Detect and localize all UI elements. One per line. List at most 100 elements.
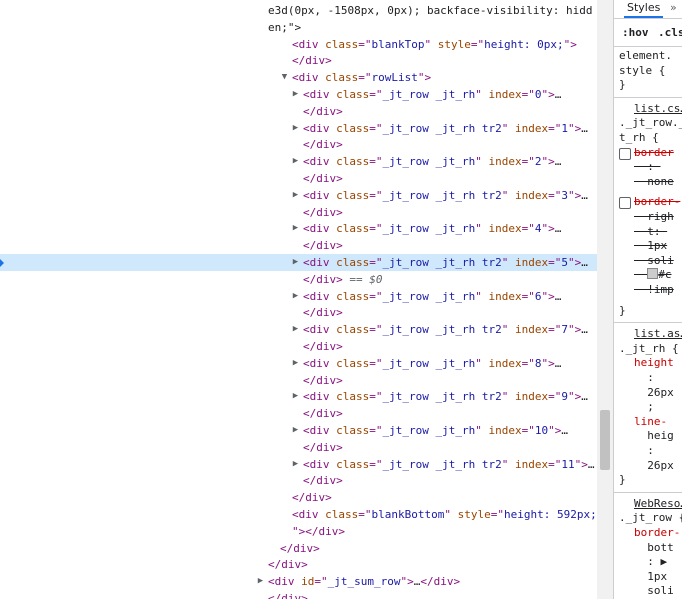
dom-node-line[interactable]: </div> <box>0 590 597 599</box>
markup-tag: " <box>501 188 515 202</box>
property-value[interactable]: : <box>634 444 654 458</box>
property-value[interactable]: ; <box>634 400 654 414</box>
dom-node-line[interactable]: ▶ <div class="_jt_row _jt_rh tr2" index="… <box>0 456 597 473</box>
dom-node-line[interactable]: ▶ <div id="_jt_sum_row">…</div> <box>0 573 597 590</box>
expand-triangle-right-icon[interactable]: ▶ <box>291 254 300 271</box>
dom-node-line[interactable]: </div> <box>0 237 597 254</box>
tab-styles[interactable]: Styles <box>624 0 664 18</box>
markup-tag: <div <box>303 457 337 471</box>
dom-node-line[interactable]: </div> <box>0 472 597 489</box>
more-tabs-icon[interactable]: » <box>670 0 677 16</box>
property-name[interactable]: height <box>634 356 674 370</box>
expand-triangle-right-icon[interactable]: ▶ <box>291 321 300 338</box>
dom-node-line[interactable]: ▶ <div class="_jt_row _jt_rh" index="4">… <box>0 220 597 237</box>
dom-node-selected[interactable]: ▶ <div class="_jt_row _jt_rh tr2" index="… <box>0 254 597 271</box>
expand-triangle-right-icon[interactable]: ▶ <box>291 355 300 372</box>
property-value[interactable]: 26px <box>634 459 674 473</box>
dom-node-line[interactable]: ▶ <div class="_jt_row _jt_rh tr2" index="… <box>0 187 597 204</box>
dom-node-line[interactable]: </div> <box>0 405 597 422</box>
dom-node-line[interactable]: ▶ <div class="_jt_row _jt_rh" index="6">… <box>0 288 597 305</box>
dom-node-line[interactable]: ▶ <div class="_jt_row _jt_rh" index="8">… <box>0 355 597 372</box>
markup-tag: </div> <box>420 575 461 589</box>
expand-triangle-right-icon[interactable]: ▶ <box>291 388 300 405</box>
property-value[interactable]: soli <box>634 254 674 268</box>
dom-node-line[interactable]: </div> <box>0 170 597 187</box>
property-value[interactable]: soli <box>634 584 674 598</box>
expand-triangle-down-icon[interactable]: ▼ <box>280 69 289 86</box>
markup-attr-value: _jt_row _jt_rh tr2 <box>382 121 502 135</box>
dom-node-line[interactable]: </div> <box>0 136 597 153</box>
dom-node-line[interactable]: ▼ <div class="rowList"> <box>0 69 597 86</box>
property-value[interactable]: : <box>634 371 654 385</box>
dom-node-line[interactable]: </div> <box>0 304 597 321</box>
rule-source-link[interactable]: list.as… <box>634 327 682 341</box>
color-swatch-icon[interactable] <box>647 268 659 280</box>
dom-node-line[interactable]: <div class="blankTop" style="height: 0px… <box>0 36 597 53</box>
property-checkbox[interactable] <box>619 197 631 210</box>
property-value[interactable]: 1px <box>634 570 667 584</box>
dom-node-line[interactable]: ▶ <div class="_jt_row _jt_rh tr2" index="… <box>0 388 597 405</box>
property-value[interactable]: t: <box>634 225 667 239</box>
expand-triangle-right-icon[interactable]: ▶ <box>291 422 300 439</box>
dom-node-line[interactable]: ▶ <div class="_jt_row _jt_rh tr2" index="… <box>0 321 597 338</box>
element-style-line: style { <box>619 63 666 77</box>
property-value[interactable]: 26px <box>634 386 674 400</box>
dom-node-markup: <div class="_jt_row _jt_rh" index="2">… <box>303 153 561 170</box>
dom-node-line[interactable]: en;"> <box>0 19 597 36</box>
rule-selector: ._jt_rh { <box>619 341 679 355</box>
dom-node-line[interactable]: ▶ <div class="_jt_row _jt_rh tr2" index="… <box>0 120 597 137</box>
dom-node-line[interactable]: ▶ <div class="_jt_row _jt_rh" index="2">… <box>0 153 597 170</box>
markup-attr-value: blankBottom <box>371 508 445 521</box>
expand-triangle-right-icon[interactable]: ▶ <box>291 120 300 137</box>
dom-node-line[interactable]: </div> <box>0 204 597 221</box>
markup-attr-value: _jt_row _jt_rh tr2 <box>382 457 502 471</box>
property-name[interactable]: border- <box>634 195 680 209</box>
expand-triangle-right-icon[interactable]: ▶ <box>291 220 300 237</box>
property-name[interactable]: line- <box>634 415 667 429</box>
dom-node-line[interactable]: </div> <box>0 439 597 456</box>
property-value[interactable]: heig <box>634 429 674 443</box>
property-value[interactable]: righ <box>634 210 674 224</box>
dom-node-line[interactable]: "></div> <box>0 523 597 540</box>
dom-node-line[interactable]: </div> <box>0 540 597 557</box>
rule-source-link[interactable]: list.cs… <box>634 102 682 116</box>
property-value[interactable]: #c <box>634 268 672 282</box>
property-value[interactable]: none <box>634 175 674 189</box>
rule-source-link[interactable]: WebReso… <box>634 497 682 511</box>
dom-node-line[interactable]: </div> == $0 <box>0 271 597 288</box>
property-name[interactable]: border- <box>634 526 680 540</box>
markup-attr-value: _jt_row _jt_rh tr2 <box>382 256 502 269</box>
dom-node-line[interactable]: </div> <box>0 52 597 69</box>
dom-node-line[interactable]: <div class="blankBottom" style="height: … <box>0 506 597 523</box>
property-value[interactable]: : ▶ <box>634 555 667 569</box>
elements-panel[interactable]: e3d(0px, -1508px, 0px); backface-visibil… <box>0 0 597 599</box>
property-checkbox[interactable] <box>619 147 631 160</box>
expand-triangle-right-icon[interactable]: ▶ <box>256 573 265 590</box>
expand-triangle-right-icon[interactable]: ▶ <box>291 86 300 103</box>
dom-node-line[interactable]: e3d(0px, -1508px, 0px); backface-visibil… <box>0 2 597 19</box>
dom-node-line[interactable]: </div> <box>0 556 597 573</box>
expand-triangle-right-icon[interactable]: ▶ <box>291 288 300 305</box>
dom-node-line[interactable]: ▶ <div class="_jt_row _jt_rh" index="0">… <box>0 86 597 103</box>
dom-node-line[interactable]: ▶ <div class="_jt_row _jt_rh" index="10">… <box>0 422 597 439</box>
dom-node-line[interactable]: </div> <box>0 372 597 389</box>
property-name[interactable]: border <box>634 146 674 160</box>
cls-toggle-button[interactable]: .cls <box>658 20 682 46</box>
elements-scrollbar-thumb[interactable] <box>600 410 610 470</box>
markup-tag: =" <box>490 508 504 521</box>
dom-node-line[interactable]: </div> <box>0 103 597 120</box>
expand-triangle-right-icon[interactable]: ▶ <box>291 456 300 473</box>
elements-scrollbar[interactable] <box>597 0 613 599</box>
property-value[interactable]: bott <box>634 541 674 555</box>
markup-tag: =" <box>369 155 383 169</box>
expand-triangle-right-icon[interactable]: ▶ <box>291 187 300 204</box>
dom-node-line[interactable]: </div> <box>0 489 597 506</box>
property-value[interactable]: 1px <box>634 239 667 253</box>
markup-tag: "> <box>548 424 562 437</box>
expand-triangle-right-icon[interactable]: ▶ <box>291 153 300 170</box>
property-value[interactable]: : <box>634 160 661 174</box>
hov-toggle-button[interactable]: :hov <box>622 20 649 46</box>
property-value[interactable]: !imp <box>634 283 674 297</box>
dom-node-line[interactable]: </div> <box>0 338 597 355</box>
markup-tag: "> <box>541 289 555 303</box>
